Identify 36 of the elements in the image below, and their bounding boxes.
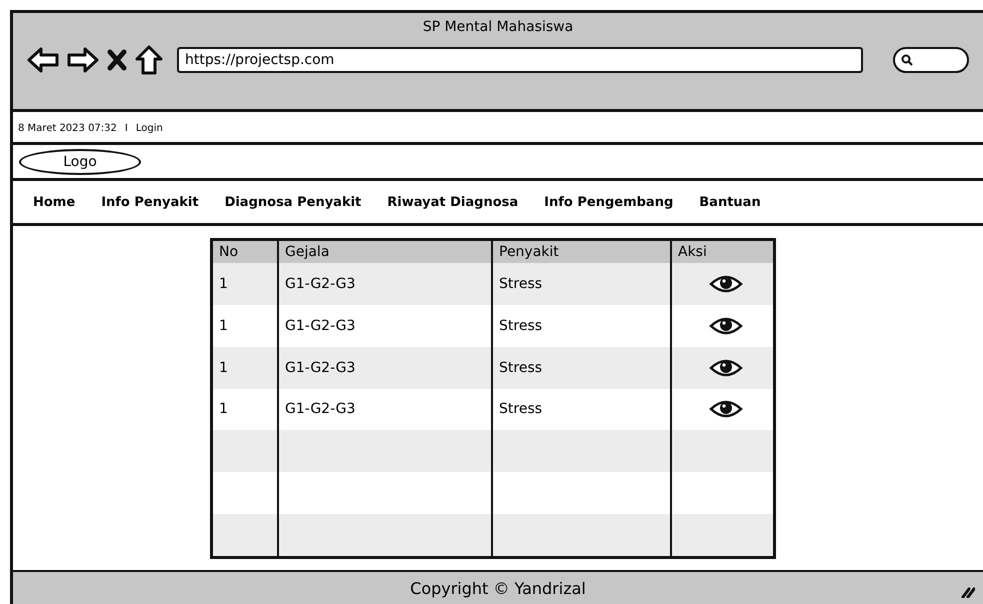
table-cell: Stress <box>491 263 670 305</box>
window-title: SP Mental Mahasiswa <box>422 18 574 35</box>
close-icon[interactable] <box>107 49 127 71</box>
nav-link[interactable]: Bantuan <box>699 194 761 210</box>
nav-link[interactable]: Home <box>33 194 76 210</box>
table-cell: Stress <box>491 388 670 430</box>
nav-link[interactable]: Info Pengembang <box>544 194 674 210</box>
eye-icon[interactable] <box>708 399 742 420</box>
nav-link[interactable]: Riwayat Diagnosa <box>387 194 518 210</box>
logo: Logo <box>19 148 141 174</box>
url-field[interactable]: https://projectsp.com <box>177 47 863 73</box>
column-header: Gejala <box>277 241 491 263</box>
column-header: Penyakit <box>491 241 670 263</box>
nav-link[interactable]: Info Penyakit <box>101 194 199 210</box>
separator: I <box>124 122 128 134</box>
table-cell: 1 <box>213 346 277 389</box>
table-cell: 1 <box>213 388 277 430</box>
table-cell: Stress <box>491 346 670 389</box>
search-field[interactable] <box>893 47 969 73</box>
forward-icon[interactable] <box>67 46 99 74</box>
eye-icon[interactable] <box>708 358 742 378</box>
date-time: 8 Maret 2023 07:32 <box>18 122 117 134</box>
table-cell: G1-G2-G3 <box>277 263 491 305</box>
column-header: No <box>213 241 277 263</box>
table-cell: G1-G2-G3 <box>277 346 491 389</box>
search-icon <box>901 54 913 66</box>
nav-link[interactable]: Diagnosa Penyakit <box>224 194 362 210</box>
eye-icon[interactable] <box>708 274 742 294</box>
table-cell: 1 <box>213 263 277 305</box>
resize-grip-icon[interactable] <box>961 586 975 598</box>
column-header: Aksi <box>670 241 773 263</box>
table-cell: G1-G2-G3 <box>277 388 491 430</box>
login-link[interactable]: Login <box>136 122 163 134</box>
eye-icon[interactable] <box>708 316 742 336</box>
copyright-text: Copyright © Yandrizal <box>410 578 586 598</box>
back-icon[interactable] <box>27 46 59 74</box>
